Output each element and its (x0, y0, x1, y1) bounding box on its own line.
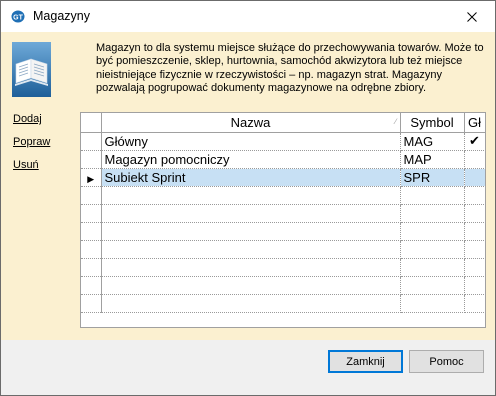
cell-name: Główny (101, 132, 401, 151)
edit-link[interactable]: Popraw (13, 136, 50, 148)
empty-table-row[interactable] (81, 240, 485, 259)
row-indicator (81, 150, 102, 169)
cell-symbol (400, 222, 465, 241)
empty-table-row[interactable] (81, 204, 485, 223)
column-header-symbol[interactable]: Symbol (400, 113, 465, 133)
row-indicator (81, 276, 102, 295)
row-indicator (81, 132, 102, 151)
cell-main (464, 276, 485, 295)
cell-symbol (400, 294, 465, 313)
cell-name (101, 240, 401, 259)
magazyny-dialog: GT Magazyny Magazyn to dla systemu miejs (0, 0, 496, 396)
cell-main: ✔ (464, 132, 485, 151)
row-indicator (81, 294, 102, 313)
cell-name (101, 258, 401, 277)
row-indicator (81, 258, 102, 277)
cell-symbol (400, 258, 465, 277)
cell-name (101, 186, 401, 205)
cell-main (464, 240, 485, 259)
empty-table-row[interactable] (81, 258, 485, 277)
cell-main (464, 168, 485, 187)
cell-symbol (400, 240, 465, 259)
description-text: Magazyn to dla systemu miejsce służące d… (96, 42, 484, 95)
cell-name (101, 276, 401, 295)
row-indicator (81, 186, 102, 205)
table-row[interactable]: Główny MAG ✔ (81, 132, 485, 151)
help-button[interactable]: Pomoc (409, 350, 484, 373)
warehouse-table[interactable]: Nazwa ∕ Symbol Gł Główny MAG ✔ Magazyn pomo… (80, 112, 486, 328)
empty-table-row[interactable] (81, 186, 485, 205)
cell-main (464, 150, 485, 169)
empty-table-row[interactable] (81, 222, 485, 241)
close-window-button[interactable] (449, 1, 495, 32)
cell-name (101, 294, 401, 313)
empty-table-row[interactable] (81, 276, 485, 295)
table-row[interactable]: ▶ Subiekt Sprint SPR (81, 168, 485, 187)
empty-table-row[interactable] (81, 294, 485, 313)
cell-name: Magazyn pomocniczy (101, 150, 401, 169)
table-body: Główny MAG ✔ Magazyn pomocniczy MAP ▶ Subiekt … (81, 132, 485, 313)
close-button[interactable]: Zamknij (328, 350, 403, 373)
column-header-name[interactable]: Nazwa ∕ (101, 113, 401, 133)
column-name-label: Nazwa (230, 114, 271, 130)
cell-symbol: MAP (400, 150, 465, 169)
cell-main (464, 186, 485, 205)
row-indicator (81, 240, 102, 259)
window-title: Magazyny (33, 9, 90, 23)
row-indicator (81, 222, 102, 241)
cell-main (464, 294, 485, 313)
cell-symbol (400, 186, 465, 205)
main-panel: Magazyn to dla systemu miejsce służące d… (1, 32, 495, 340)
column-header-main[interactable]: Gł (464, 113, 485, 133)
cell-symbol (400, 204, 465, 223)
cell-name (101, 204, 401, 223)
table-header: Nazwa ∕ Symbol Gł (81, 113, 485, 133)
header-indicator (81, 113, 102, 133)
cell-symbol: SPR (400, 168, 465, 187)
svg-text:GT: GT (13, 15, 23, 22)
button-bar: Zamknij Pomoc (1, 340, 495, 395)
cell-symbol (400, 276, 465, 295)
sort-icon: ∕ (395, 117, 397, 126)
row-indicator: ▶ (81, 168, 102, 187)
gt-app-icon: GT (11, 10, 25, 23)
main-checkmark-icon: ✔ (469, 133, 480, 148)
warehouse-book-icon (12, 42, 51, 97)
add-link[interactable]: Dodaj (13, 113, 42, 125)
delete-link[interactable]: Usuń (13, 159, 39, 171)
cell-name (101, 222, 401, 241)
cell-main (464, 204, 485, 223)
title-bar[interactable]: GT Magazyny (1, 1, 495, 32)
table-row[interactable]: Magazyn pomocniczy MAP (81, 150, 485, 169)
cell-symbol: MAG (400, 132, 465, 151)
current-row-arrow-icon: ▶ (87, 173, 95, 184)
cell-main (464, 258, 485, 277)
row-indicator (81, 204, 102, 223)
cell-name: Subiekt Sprint (101, 168, 401, 187)
cell-main (464, 222, 485, 241)
close-icon (467, 11, 477, 22)
